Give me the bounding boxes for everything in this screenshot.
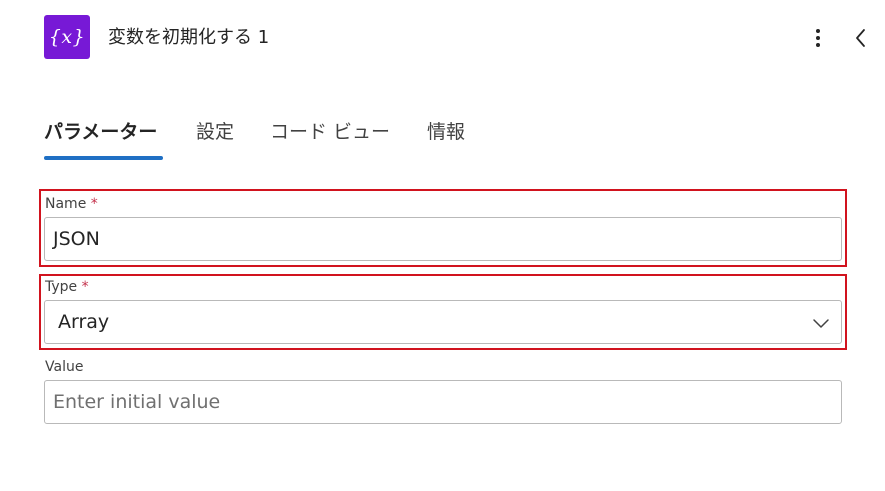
name-label: Name * bbox=[45, 195, 98, 213]
variable-braces-icon: {x} bbox=[44, 15, 90, 59]
more-vertical-icon[interactable] bbox=[805, 24, 831, 52]
value-input[interactable]: Enter initial value bbox=[44, 380, 842, 424]
value-label: Value bbox=[45, 359, 84, 375]
name-input-value: JSON bbox=[53, 228, 100, 250]
variable-action-panel: {x} 変数を初期化する 1 パラメーター 設定 コード ビュー 情報 Name… bbox=[0, 0, 885, 491]
name-input[interactable]: JSON bbox=[44, 217, 842, 261]
tab-parameters[interactable]: パラメーター bbox=[44, 114, 157, 150]
active-tab-indicator bbox=[44, 156, 163, 160]
chevron-down-icon bbox=[811, 314, 831, 330]
icon-text: {x} bbox=[48, 26, 86, 48]
tab-about[interactable]: 情報 bbox=[427, 114, 465, 150]
name-label-text: Name bbox=[45, 196, 87, 212]
type-label-text: Type bbox=[45, 279, 78, 295]
action-title[interactable]: 変数を初期化する 1 bbox=[108, 26, 269, 50]
more-dot bbox=[816, 29, 820, 33]
chevron-left-icon[interactable] bbox=[850, 24, 872, 52]
type-label: Type * bbox=[45, 278, 89, 296]
more-dot bbox=[816, 43, 820, 47]
type-dropdown[interactable]: Array bbox=[44, 300, 842, 344]
required-mark: * bbox=[81, 279, 89, 295]
tab-code-view[interactable]: コード ビュー bbox=[270, 114, 390, 150]
tab-settings[interactable]: 設定 bbox=[196, 114, 234, 150]
type-selected-value: Array bbox=[58, 311, 110, 333]
value-placeholder: Enter initial value bbox=[53, 391, 221, 413]
more-dot bbox=[816, 36, 820, 40]
required-mark: * bbox=[90, 196, 98, 212]
